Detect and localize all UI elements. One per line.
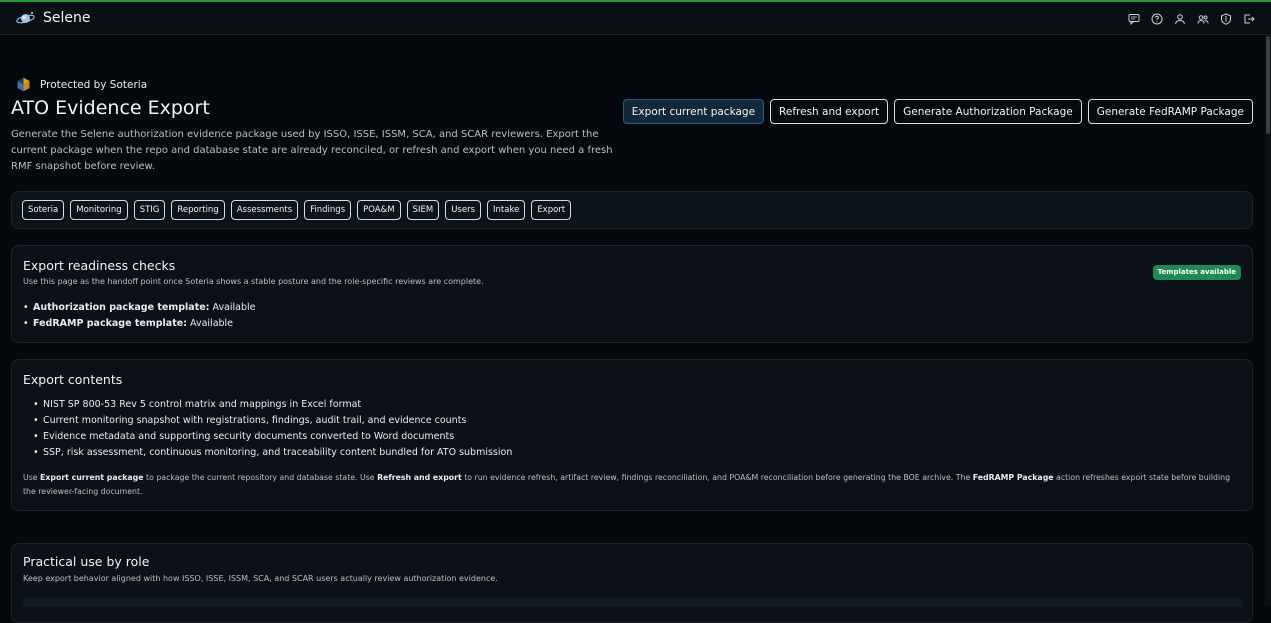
nav-tab-poam[interactable]: POA&M — [357, 200, 401, 220]
brand[interactable]: Selene — [16, 10, 91, 26]
protected-by-banner: Protected by Soteria — [16, 77, 147, 92]
export-contents-list: NIST SP 800-53 Rev 5 control matrix and … — [33, 397, 512, 461]
refresh-and-export-button[interactable]: Refresh and export — [770, 99, 889, 124]
export-contents-card: Export contents NIST SP 800-53 Rev 5 con… — [11, 359, 1253, 511]
list-item: Authorization package template: Availabl… — [23, 300, 256, 316]
readiness-list: Authorization package template: Availabl… — [23, 300, 256, 332]
list-item: Evidence metadata and supporting securit… — [33, 429, 512, 445]
app-name: Selene — [43, 10, 91, 26]
practical-use-card: Practical use by role Keep export behavi… — [11, 543, 1253, 623]
users-icon[interactable] — [1195, 11, 1211, 27]
help-icon[interactable] — [1149, 11, 1165, 27]
selene-logo-icon — [16, 12, 35, 24]
list-item: NIST SP 800-53 Rev 5 control matrix and … — [33, 397, 512, 413]
note-strong: Export current package — [40, 473, 144, 482]
nav-tab-stig[interactable]: STIG — [133, 200, 166, 220]
list-item-value: Available — [212, 302, 256, 313]
note-text: Use — [23, 473, 41, 482]
readiness-title: Export readiness checks — [23, 258, 176, 273]
nav-tab-users[interactable]: Users — [445, 200, 482, 220]
export-contents-title: Export contents — [23, 372, 123, 387]
section-nav: Soteria Monitoring STIG Reporting Assess… — [11, 191, 1253, 229]
protected-by-text: Protected by Soteria — [40, 78, 148, 91]
nav-tab-assessments[interactable]: Assessments — [230, 200, 299, 220]
note-text: to package the current repository and da… — [143, 473, 378, 482]
note-strong: FedRAMP Package — [972, 473, 1054, 482]
list-item-label: Authorization package template: — [33, 302, 210, 313]
nav-tab-siem[interactable]: SIEM — [406, 200, 440, 220]
page-description: Generate the Selene authorization eviden… — [11, 129, 613, 172]
nav-tab-intake[interactable]: Intake — [487, 200, 526, 220]
generate-fedramp-package-button[interactable]: Generate FedRAMP Package — [1087, 99, 1253, 124]
practical-use-subtitle: Keep export behavior aligned with how IS… — [23, 574, 498, 583]
nav-tab-monitoring[interactable]: Monitoring — [70, 200, 128, 220]
scrollbar-thumb[interactable] — [1266, 36, 1270, 134]
chat-icon[interactable] — [1126, 11, 1142, 27]
readiness-card: Export readiness checks Use this page as… — [11, 245, 1253, 343]
nav-tab-findings[interactable]: Findings — [304, 200, 352, 220]
nav-tab-soteria[interactable]: Soteria — [22, 200, 65, 220]
shield-icon[interactable] — [1218, 11, 1234, 27]
action-buttons: Export current package Refresh and expor… — [622, 99, 1253, 124]
templates-available-badge: Templates available — [1152, 265, 1241, 280]
note-strong: Refresh and export — [377, 473, 462, 482]
nav-tab-reporting[interactable]: Reporting — [171, 200, 225, 220]
top-icons — [1126, 11, 1257, 27]
readiness-subtitle: Use this page as the handoff point once … — [23, 277, 484, 286]
list-item: SSP, risk assessment, continuous monitor… — [33, 445, 512, 461]
list-item-label: FedRAMP package template: — [33, 318, 187, 329]
note-text: to run evidence refresh, artifact review… — [461, 473, 973, 482]
soteria-logo-icon — [17, 77, 30, 92]
export-current-package-button[interactable]: Export current package — [622, 99, 765, 124]
top-navigation-bar: Selene — [0, 0, 1271, 35]
list-item-value: Available — [190, 318, 234, 329]
practical-use-title: Practical use by role — [23, 554, 150, 569]
export-contents-note: Use Export current package to package th… — [23, 471, 1238, 499]
nav-tab-export[interactable]: Export — [531, 200, 572, 220]
list-item: Current monitoring snapshot with registr… — [33, 413, 512, 429]
generate-authorization-package-button[interactable]: Generate Authorization Package — [894, 99, 1082, 124]
list-item: FedRAMP package template: Available — [23, 316, 256, 332]
user-icon[interactable] — [1172, 11, 1188, 27]
page-title: ATO Evidence Export — [11, 97, 210, 119]
logout-icon[interactable] — [1241, 11, 1257, 27]
